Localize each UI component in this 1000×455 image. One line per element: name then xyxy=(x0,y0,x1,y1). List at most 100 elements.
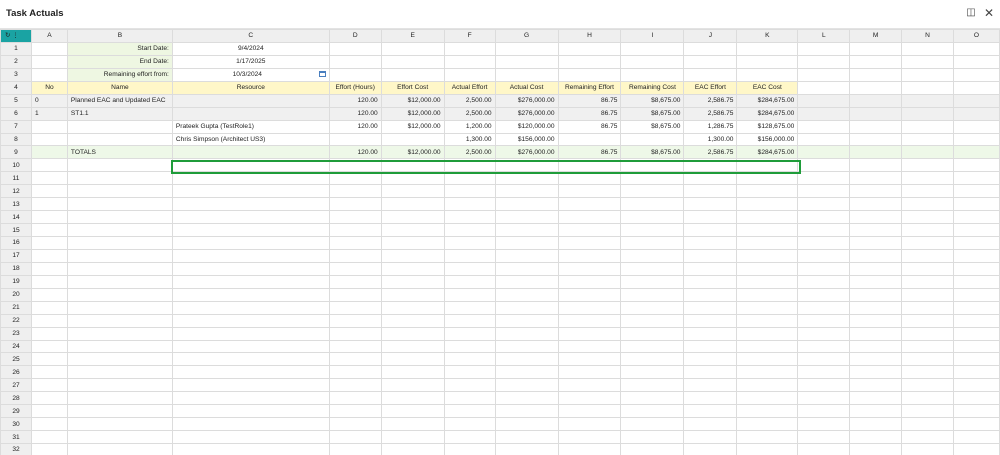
cell[interactable] xyxy=(952,417,1000,432)
cell[interactable] xyxy=(443,339,496,354)
calendar-icon[interactable] xyxy=(318,71,326,78)
cell[interactable] xyxy=(443,391,496,406)
name-cell[interactable]: ST1.1 xyxy=(66,106,173,121)
cell[interactable] xyxy=(683,404,738,419)
cell[interactable] xyxy=(380,261,445,276)
cell[interactable] xyxy=(557,223,622,237)
cell[interactable] xyxy=(620,248,685,263)
cell[interactable] xyxy=(494,223,559,237)
cell[interactable] xyxy=(901,339,954,354)
row-header[interactable]: 26 xyxy=(0,365,32,380)
cell[interactable] xyxy=(380,210,445,225)
cell[interactable] xyxy=(901,261,954,276)
cell[interactable] xyxy=(380,67,445,82)
row-header[interactable]: 7 xyxy=(0,119,32,134)
cell[interactable] xyxy=(328,404,382,419)
cell[interactable] xyxy=(849,171,903,186)
cell[interactable] xyxy=(494,391,559,406)
cell[interactable] xyxy=(171,210,330,225)
cell[interactable] xyxy=(736,365,799,380)
cell[interactable] xyxy=(30,145,68,160)
row-header[interactable]: 23 xyxy=(0,326,32,341)
column-header[interactable]: B xyxy=(66,29,173,43)
row-header[interactable]: 19 xyxy=(0,274,32,289)
cell[interactable] xyxy=(494,197,559,212)
cell[interactable] xyxy=(380,248,445,263)
cell[interactable] xyxy=(952,326,1000,341)
cell[interactable] xyxy=(494,352,559,367)
eac-effort-cell[interactable]: 2,586.75 xyxy=(683,93,738,108)
actual-effort-cell[interactable]: 1,300.00 xyxy=(443,132,496,147)
cell[interactable] xyxy=(736,430,799,444)
cell[interactable] xyxy=(380,223,445,237)
cell[interactable] xyxy=(171,417,330,432)
cell[interactable] xyxy=(443,171,496,186)
cell[interactable] xyxy=(380,197,445,212)
cell[interactable] xyxy=(171,443,330,455)
cell[interactable] xyxy=(171,391,330,406)
cell[interactable] xyxy=(620,339,685,354)
cell[interactable] xyxy=(849,93,903,108)
cell[interactable] xyxy=(443,313,496,328)
cell[interactable] xyxy=(328,300,382,315)
cell[interactable] xyxy=(620,171,685,186)
cell[interactable] xyxy=(66,300,173,315)
cell[interactable] xyxy=(380,274,445,289)
cell[interactable] xyxy=(380,54,445,69)
cell[interactable] xyxy=(66,274,173,289)
cell[interactable] xyxy=(30,417,68,432)
cell[interactable] xyxy=(901,313,954,328)
cell[interactable] xyxy=(901,274,954,289)
cell[interactable] xyxy=(66,339,173,354)
cell[interactable] xyxy=(494,54,559,69)
cell[interactable] xyxy=(901,326,954,341)
cell[interactable] xyxy=(380,41,445,56)
cell[interactable] xyxy=(328,223,382,237)
header-actual-effort[interactable]: Actual Effort xyxy=(443,80,496,95)
cell[interactable] xyxy=(952,210,1000,225)
cell[interactable] xyxy=(380,404,445,419)
cell[interactable] xyxy=(849,119,903,134)
cell[interactable] xyxy=(30,313,68,328)
cell[interactable] xyxy=(901,443,954,455)
total-eac-cost[interactable]: $284,675.00 xyxy=(736,145,799,160)
cell[interactable] xyxy=(683,210,738,225)
effort-cell[interactable]: 120.00 xyxy=(328,93,382,108)
cell[interactable] xyxy=(620,287,685,302)
cell[interactable] xyxy=(557,313,622,328)
cell[interactable] xyxy=(328,184,382,199)
cell[interactable] xyxy=(620,443,685,455)
cell[interactable] xyxy=(494,41,559,56)
name-cell[interactable] xyxy=(66,119,173,134)
cell[interactable] xyxy=(443,365,496,380)
cell[interactable] xyxy=(328,326,382,341)
cell[interactable] xyxy=(797,184,851,199)
cell[interactable] xyxy=(494,443,559,455)
cell[interactable] xyxy=(797,300,851,315)
effort-cost-cell[interactable] xyxy=(380,132,445,147)
row-header[interactable]: 20 xyxy=(0,287,32,302)
cell[interactable] xyxy=(620,197,685,212)
cell[interactable] xyxy=(66,287,173,302)
row-header[interactable]: 11 xyxy=(0,171,32,186)
cell[interactable] xyxy=(952,391,1000,406)
total-remaining-cost[interactable]: $8,675.00 xyxy=(620,145,685,160)
cell[interactable] xyxy=(557,339,622,354)
cell[interactable] xyxy=(901,106,954,121)
cell[interactable] xyxy=(620,352,685,367)
cell[interactable] xyxy=(952,248,1000,263)
cell[interactable] xyxy=(443,54,496,69)
cell[interactable] xyxy=(443,197,496,212)
name-cell[interactable] xyxy=(66,132,173,147)
cell[interactable] xyxy=(380,378,445,393)
column-header[interactable]: G xyxy=(494,29,559,43)
cell[interactable] xyxy=(952,300,1000,315)
cell[interactable] xyxy=(797,430,851,444)
cell[interactable] xyxy=(797,274,851,289)
remaining-effort-cell[interactable] xyxy=(557,132,622,147)
cell[interactable] xyxy=(952,184,1000,199)
totals-label[interactable]: TOTALS xyxy=(66,145,173,160)
cell[interactable] xyxy=(557,197,622,212)
cell[interactable] xyxy=(736,443,799,455)
cell[interactable] xyxy=(683,67,738,82)
